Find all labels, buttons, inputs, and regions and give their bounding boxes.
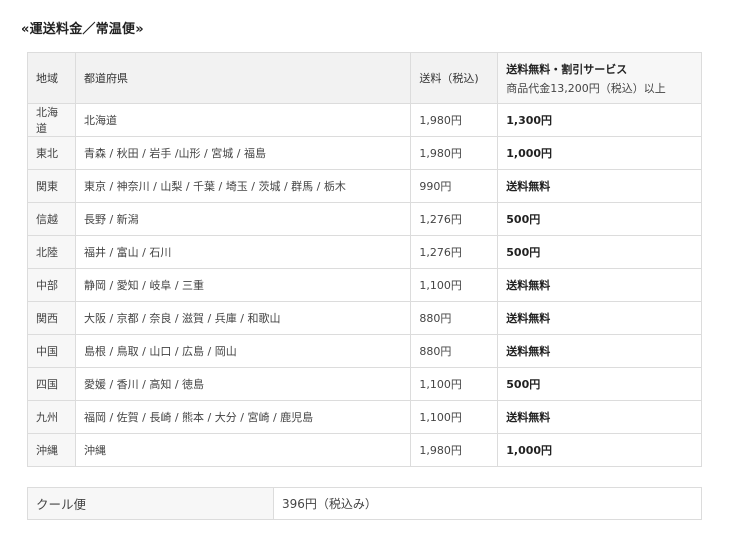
prefectures-cell: 大阪 / 京都 / 奈良 / 滋賀 / 兵庫 / 和歌山 xyxy=(74,301,412,335)
table-row: 四国 愛媛 / 香川 / 高知 / 徳島 1,100円 500円 xyxy=(27,367,702,401)
table-header-row: 地域 都道府県 送料（税込) 送料無料・割引サービス 商品代金13,200円（税… xyxy=(27,52,702,104)
fee-cell: 1,100円 xyxy=(410,268,499,302)
prefectures-cell: 島根 / 鳥取 / 山口 / 広島 / 岡山 xyxy=(74,334,412,368)
fee-cell: 1,100円 xyxy=(410,367,499,401)
fee-cell: 1,276円 xyxy=(410,202,499,236)
cool-delivery-label: クール便 xyxy=(27,487,274,520)
region-cell: 関西 xyxy=(27,301,76,335)
fee-cell: 880円 xyxy=(410,301,499,335)
table-row: 東北 青森 / 秋田 / 岩手 /山形 / 宮城 / 福島 1,980円 1,000円 xyxy=(27,136,702,170)
region-cell: 中国 xyxy=(27,334,76,368)
fee-cell: 1,276円 xyxy=(410,235,499,269)
section-title: «運送料金／常温便» xyxy=(21,22,144,37)
prefectures-cell: 愛媛 / 香川 / 高知 / 徳島 xyxy=(74,367,412,401)
prefectures-cell: 福岡 / 佐賀 / 長崎 / 熊本 / 大分 / 宮崎 / 鹿児島 xyxy=(74,400,412,434)
region-cell: 四国 xyxy=(27,367,76,401)
fee-cell: 990円 xyxy=(410,169,499,203)
prefectures-cell: 東京 / 神奈川 / 山梨 / 千葉 / 埼玉 / 茨城 / 群馬 / 栃木 xyxy=(74,169,412,203)
fee-cell: 1,980円 xyxy=(410,136,499,170)
region-cell: 信越 xyxy=(27,202,76,236)
table-body: 北海道 北海道 1,980円 1,300円 東北 青森 / 秋田 / 岩手 /山形 / 宮… xyxy=(27,103,702,467)
table-row: 関東 東京 / 神奈川 / 山梨 / 千葉 / 埼玉 / 茨城 / 群馬 / 栃木… xyxy=(27,169,702,203)
discount-cell: 1,300円 xyxy=(497,103,702,137)
table-row: 沖縄 沖縄 1,980円 1,000円 xyxy=(27,433,702,467)
discount-cell: 送料無料 xyxy=(497,334,702,368)
prefectures-cell: 静岡 / 愛知 / 岐阜 / 三重 xyxy=(74,268,412,302)
cool-delivery-row: クール便 396円（税込み） xyxy=(27,487,702,520)
fee-cell: 1,100円 xyxy=(410,400,499,434)
prefectures-cell: 青森 / 秋田 / 岩手 /山形 / 宮城 / 福島 xyxy=(74,136,412,170)
shipping-rate-table: 地域 都道府県 送料（税込) 送料無料・割引サービス 商品代金13,200円（税… xyxy=(27,52,702,467)
free-shipping-condition: 商品代金13,200円（税込）以上 xyxy=(506,81,666,95)
header-free-shipping: 送料無料・割引サービス 商品代金13,200円（税込）以上 xyxy=(497,52,702,104)
region-cell: 東北 xyxy=(27,136,76,170)
discount-cell: 送料無料 xyxy=(497,301,702,335)
prefectures-cell: 長野 / 新潟 xyxy=(74,202,412,236)
table-row: 中部 静岡 / 愛知 / 岐阜 / 三重 1,100円 送料無料 xyxy=(27,268,702,302)
prefectures-cell: 福井 / 富山 / 石川 xyxy=(74,235,412,269)
discount-cell: 送料無料 xyxy=(497,400,702,434)
discount-cell: 送料無料 xyxy=(497,169,702,203)
header-fee: 送料（税込) xyxy=(410,52,499,104)
cool-delivery-table: クール便 396円（税込み） xyxy=(27,487,702,520)
region-cell: 関東 xyxy=(27,169,76,203)
region-cell: 沖縄 xyxy=(27,433,76,467)
table-row: 関西 大阪 / 京都 / 奈良 / 滋賀 / 兵庫 / 和歌山 880円 送料無料 xyxy=(27,301,702,335)
table-row: 信越 長野 / 新潟 1,276円 500円 xyxy=(27,202,702,236)
table-row: 中国 島根 / 鳥取 / 山口 / 広島 / 岡山 880円 送料無料 xyxy=(27,334,702,368)
discount-cell: 500円 xyxy=(497,202,702,236)
region-cell: 北海道 xyxy=(27,103,76,137)
prefectures-cell: 北海道 xyxy=(74,103,412,137)
cool-delivery-price: 396円（税込み） xyxy=(273,487,702,520)
discount-cell: 500円 xyxy=(497,367,702,401)
table-row: 九州 福岡 / 佐賀 / 長崎 / 熊本 / 大分 / 宮崎 / 鹿児島 1,100… xyxy=(27,400,702,434)
region-cell: 中部 xyxy=(27,268,76,302)
region-cell: 北陸 xyxy=(27,235,76,269)
region-cell: 九州 xyxy=(27,400,76,434)
discount-cell: 送料無料 xyxy=(497,268,702,302)
fee-cell: 1,980円 xyxy=(410,103,499,137)
fee-cell: 1,980円 xyxy=(410,433,499,467)
fee-cell: 880円 xyxy=(410,334,499,368)
discount-cell: 1,000円 xyxy=(497,433,702,467)
table-row: 北海道 北海道 1,980円 1,300円 xyxy=(27,103,702,137)
header-region: 地域 xyxy=(27,52,76,104)
table-row: 北陸 福井 / 富山 / 石川 1,276円 500円 xyxy=(27,235,702,269)
header-prefectures: 都道府県 xyxy=(74,52,412,104)
free-shipping-title: 送料無料・割引サービス xyxy=(506,62,628,76)
prefectures-cell: 沖縄 xyxy=(74,433,412,467)
discount-cell: 500円 xyxy=(497,235,702,269)
discount-cell: 1,000円 xyxy=(497,136,702,170)
